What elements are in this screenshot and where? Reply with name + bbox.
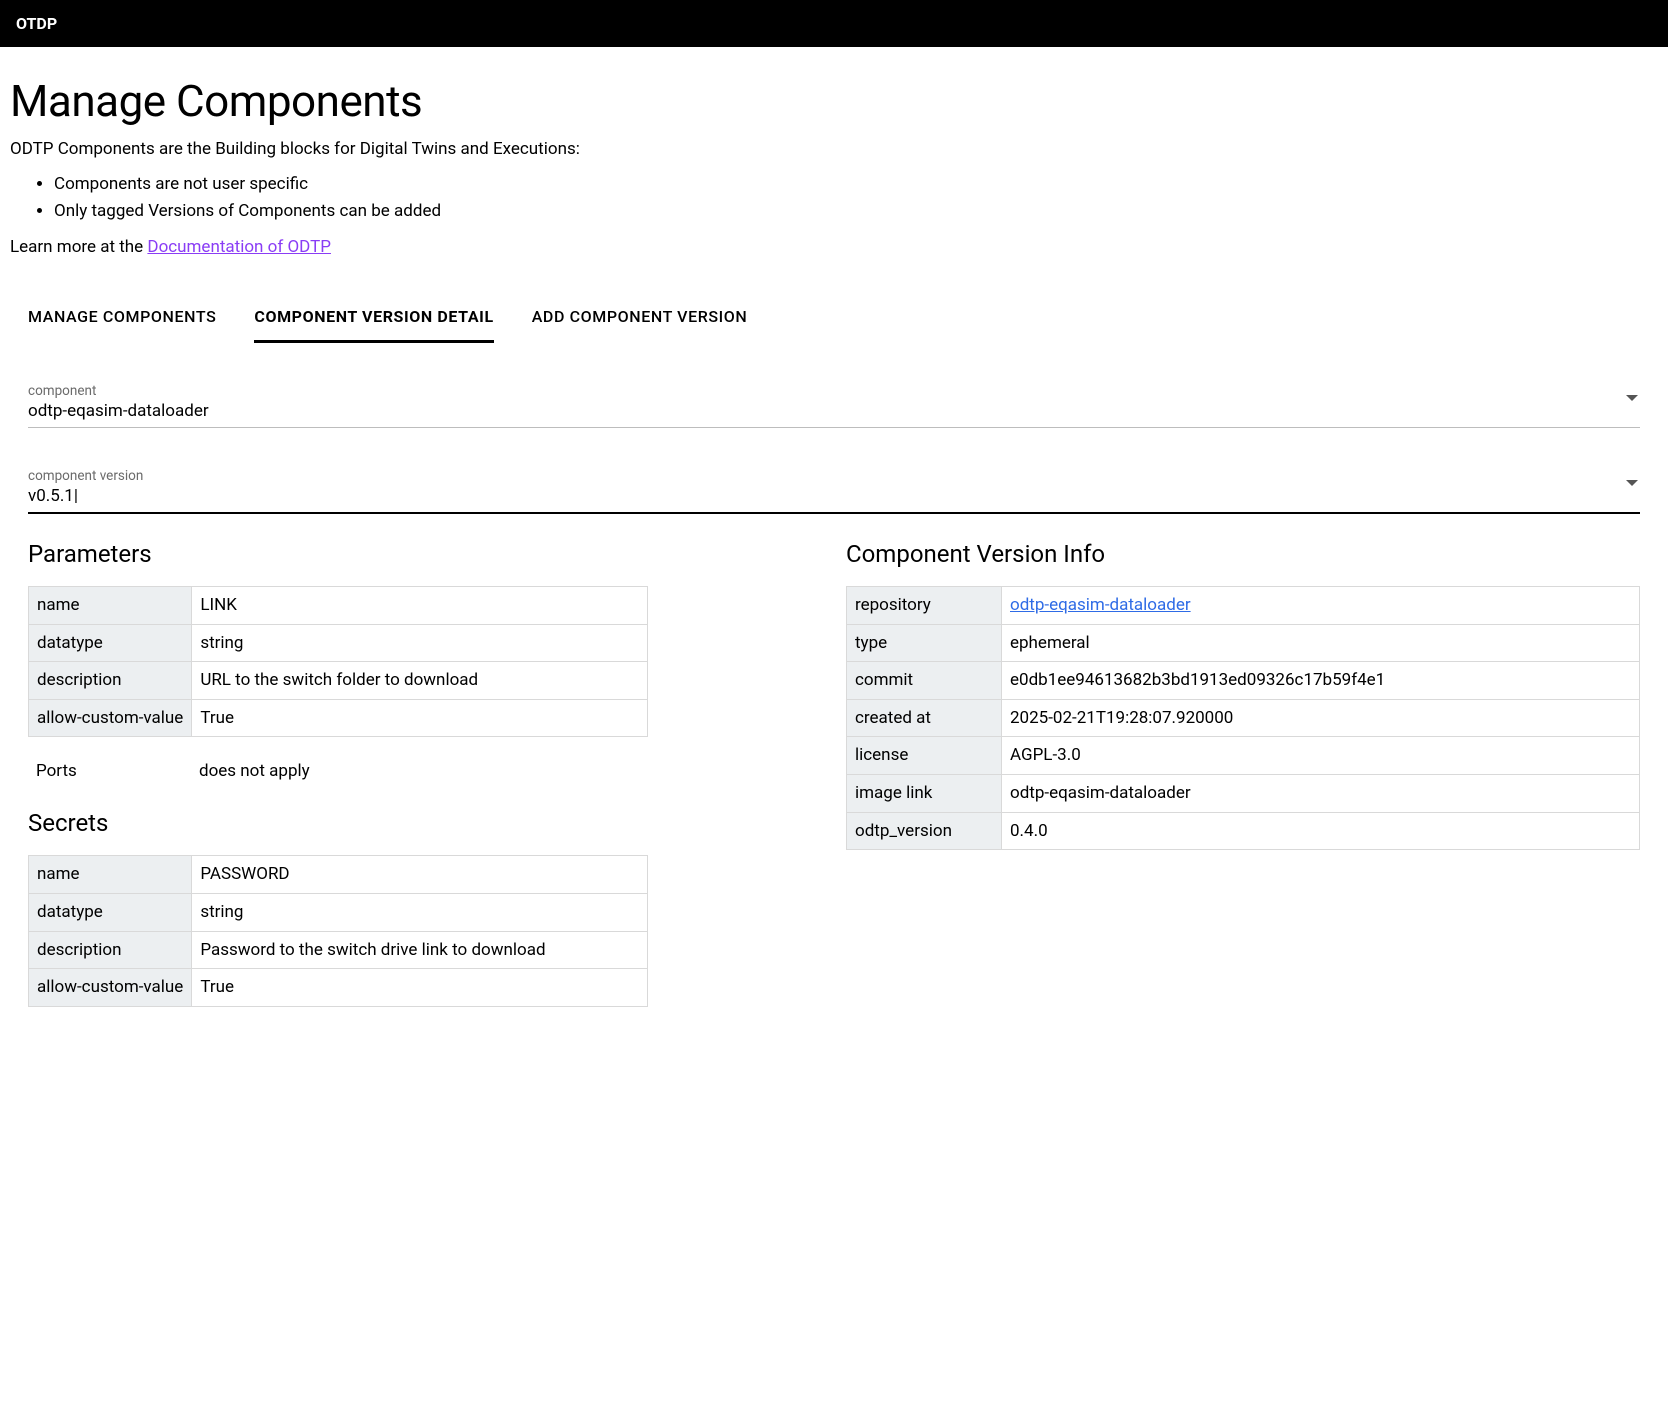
table-row: commite0db1ee94613682b3bd1913ed09326c17b…: [847, 662, 1640, 700]
chevron-down-icon: [1626, 480, 1638, 486]
ports-row: Ports does not apply: [28, 755, 648, 787]
documentation-link[interactable]: Documentation of ODTP: [147, 237, 331, 257]
learn-more: Learn more at the Documentation of ODTP: [10, 237, 1658, 257]
tab-add-component-version[interactable]: ADD COMPONENT VERSION: [532, 297, 748, 343]
table-row: licenseAGPL-3.0: [847, 737, 1640, 775]
component-select[interactable]: component odtp-eqasim-dataloader: [28, 381, 1640, 428]
table-row: datatypestring: [29, 894, 648, 932]
component-version-select-label: component version: [28, 468, 1640, 484]
table-row: nameLINK: [29, 586, 648, 624]
intro-bullet: Components are not user specific: [54, 171, 1658, 198]
table-row: namePASSWORD: [29, 856, 648, 894]
secrets-heading: Secrets: [28, 809, 822, 837]
secrets-table: namePASSWORD datatypestring descriptionP…: [28, 855, 648, 1007]
info-heading: Component Version Info: [846, 540, 1640, 568]
repository-link[interactable]: odtp-eqasim-dataloader: [1010, 595, 1191, 615]
app-title: OTDP: [16, 14, 57, 33]
table-row: datatypestring: [29, 624, 648, 662]
table-row: created at2025-02-21T19:28:07.920000: [847, 699, 1640, 737]
ports-value: does not apply: [191, 755, 318, 787]
table-row: descriptionURL to the switch folder to d…: [29, 662, 648, 700]
parameters-table: nameLINK datatypestring descriptionURL t…: [28, 586, 648, 738]
parameters-heading: Parameters: [28, 540, 822, 568]
component-select-value: odtp-eqasim-dataloader: [28, 401, 1640, 421]
selects: component odtp-eqasim-dataloader compone…: [10, 381, 1658, 514]
ports-label: Ports: [28, 755, 183, 787]
topbar: OTDP: [0, 0, 1668, 47]
component-select-label: component: [28, 383, 1640, 399]
intro-text: ODTP Components are the Building blocks …: [10, 137, 1658, 163]
info-table: repository odtp-eqasim-dataloader typeep…: [846, 586, 1640, 850]
table-row: allow-custom-valueTrue: [29, 699, 648, 737]
table-row: allow-custom-valueTrue: [29, 969, 648, 1007]
tabs: MANAGE COMPONENTS COMPONENT VERSION DETA…: [10, 297, 1658, 343]
chevron-down-icon: [1626, 395, 1638, 401]
tab-manage-components[interactable]: MANAGE COMPONENTS: [28, 297, 216, 343]
table-row: image linkodtp-eqasim-dataloader: [847, 775, 1640, 813]
table-row: typeephemeral: [847, 624, 1640, 662]
table-row: repository odtp-eqasim-dataloader: [847, 586, 1640, 624]
table-row: odtp_version0.4.0: [847, 812, 1640, 850]
tab-component-version-detail[interactable]: COMPONENT VERSION DETAIL: [254, 297, 493, 343]
intro-bullet: Only tagged Versions of Components can b…: [54, 198, 1658, 225]
intro-bullets: Components are not user specific Only ta…: [10, 171, 1658, 225]
page-title: Manage Components: [10, 75, 1658, 127]
component-version-select[interactable]: component version v0.5.1: [28, 466, 1640, 514]
page-content: Manage Components ODTP Components are th…: [0, 47, 1668, 1065]
component-version-select-value: v0.5.1: [28, 486, 1640, 506]
right-column: Component Version Info repository odtp-e…: [846, 540, 1640, 1025]
table-row: descriptionPassword to the switch drive …: [29, 931, 648, 969]
left-column: Parameters nameLINK datatypestring descr…: [28, 540, 822, 1025]
